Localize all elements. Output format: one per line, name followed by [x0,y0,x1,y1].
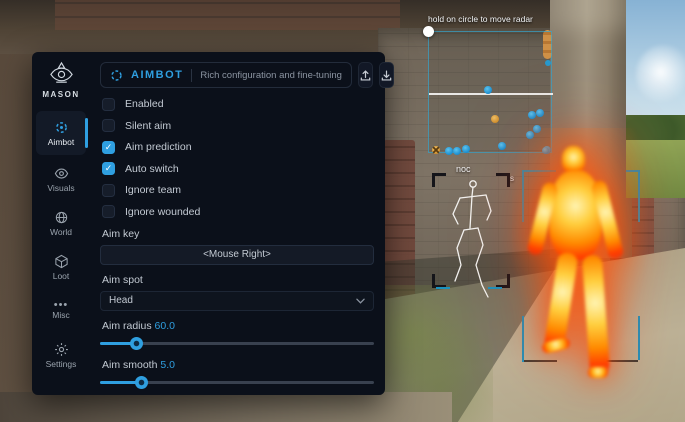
radar-dot-orange [491,115,499,123]
globe-icon [54,210,69,225]
aim-spot-value: Head [109,295,133,306]
aim-smooth-slider[interactable] [100,376,374,389]
checkbox[interactable]: ✓ [102,141,115,154]
checkbox[interactable]: ✓ [102,162,115,175]
sidebar-item-misc[interactable]: ••• Misc [36,291,86,331]
slider-value: 5.0 [160,359,175,371]
load-config-button[interactable] [358,62,373,88]
page-title: AIMBOT [131,69,183,81]
radar-dot-blue [536,109,544,117]
sidebar-item-label: World [50,227,72,237]
checkbox[interactable] [102,98,115,111]
slider-thumb[interactable] [130,337,143,350]
cheat-menu-panel: MASON Aimbot Visuals World [32,52,385,395]
ellipsis-icon: ••• [54,302,69,308]
download-icon [380,69,393,82]
sidebar-item-world[interactable]: World [36,203,86,243]
divider [191,69,192,82]
radar-dot-orange-x [432,146,440,154]
skeleton-esp: noc s [430,164,515,300]
checkbox[interactable] [102,184,115,197]
slider-thumb[interactable] [135,376,148,389]
slider-value: 60.0 [155,320,175,332]
page-header-box: AIMBOT Rich configuration and fine-tunin… [100,62,352,88]
cube-icon [54,254,69,269]
slider-label: Aim smooth [102,359,157,371]
glowing-enemy-player [530,140,640,378]
sidebar-item-settings[interactable]: Settings [36,335,86,375]
option-enabled[interactable]: Enabled [102,97,374,111]
sidebar-item-aimbot[interactable]: Aimbot [36,111,86,155]
sidebar-item-label: Loot [53,271,70,281]
radar-dot-blue [498,142,506,150]
option-label: Ignore wounded [125,206,200,218]
aim-spot-select[interactable]: Head [100,291,374,311]
crosshair-icon [110,69,123,82]
option-auto-switch[interactable]: ✓ Auto switch [102,162,374,176]
aim-spot-label: Aim spot [102,274,374,286]
radar-dot-blue [453,147,461,155]
chevron-down-icon [356,298,365,304]
crosshair-icon [54,120,69,135]
aim-key-label: Aim key [102,228,374,240]
slider-label: Aim radius [102,320,152,332]
sidebar-item-label: Visuals [47,183,74,193]
game-viewport[interactable]: hold on circle to move radar noc s [0,0,685,422]
option-label: Enabled [125,98,164,110]
aim-radius-label: Aim radius 60.0 [102,320,374,332]
option-silent-aim[interactable]: Silent aim [102,119,374,133]
sidebar-item-label: Settings [46,359,77,369]
brick-wall-top [55,0,400,30]
aim-radius-slider[interactable] [100,337,374,350]
cloud [636,45,685,105]
sidebar: MASON Aimbot Visuals World [32,52,90,395]
option-label: Auto switch [125,163,179,175]
page-subtitle: Rich configuration and fine-tuning [200,70,342,81]
upload-icon [359,69,372,82]
brand: MASON [42,60,79,99]
radar-dot-blue [528,111,536,119]
radar-dot-blue [484,86,492,94]
options-list: Enabled Silent aim ✓ Aim prediction ✓ Au… [100,97,374,219]
sidebar-item-visuals[interactable]: Visuals [36,159,86,199]
sidebar-item-label: Aimbot [48,137,74,147]
option-label: Silent aim [125,120,171,132]
player-right-foot [588,367,608,378]
skeleton-bones [430,164,515,300]
dirt-path [0,392,452,422]
aim-key-bind-button[interactable]: <Mouse Right> [100,245,374,265]
radar-hint-text: hold on circle to move radar [428,14,568,24]
sidebar-item-label: Misc [52,310,69,320]
sidebar-item-loot[interactable]: Loot [36,247,86,287]
third-eye-logo-icon [48,60,75,87]
radar-dot-blue [462,145,470,153]
checkbox[interactable] [102,119,115,132]
eye-icon [54,166,69,181]
save-config-button[interactable] [379,62,394,88]
option-ignore-wounded[interactable]: Ignore wounded [102,205,374,219]
option-ignore-team[interactable]: Ignore team [102,183,374,197]
gear-icon [54,342,69,357]
aim-smooth-label: Aim smooth 5.0 [102,359,374,371]
option-aim-prediction[interactable]: ✓ Aim prediction [102,140,374,154]
brand-name: MASON [42,90,79,99]
aimbot-page: AIMBOT Rich configuration and fine-tunin… [90,52,385,395]
option-label: Aim prediction [125,141,192,153]
option-label: Ignore team [125,184,181,196]
radar-dot-blue [445,147,453,155]
page-header: AIMBOT Rich configuration and fine-tunin… [100,62,374,88]
checkbox[interactable] [102,205,115,218]
